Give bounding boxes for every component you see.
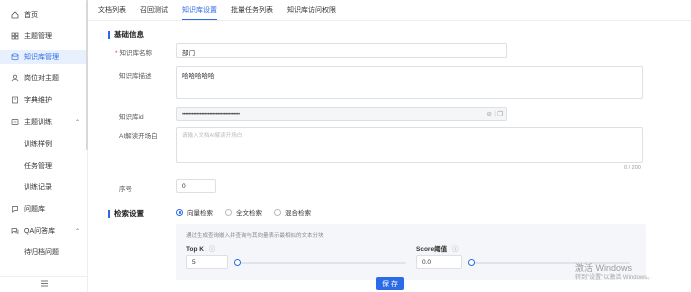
sidebar-item-post-topic[interactable]: 岗位对主题 [0, 71, 88, 85]
order-input[interactable]: 0 [176, 179, 216, 193]
windows-activation-hint: 转到"设置"以激活 Windows。 [575, 275, 654, 281]
radio-label: 全文检索 [236, 210, 262, 217]
database-icon [10, 53, 19, 62]
sidebar-item-label: 问题库 [24, 206, 45, 213]
sidebar-item-label: 训练记录 [24, 184, 52, 191]
kb-id-input[interactable]: •••••••••••••••••••••••••••••••••••• ⊘ |… [176, 107, 507, 121]
sidebar-item-label: 训练样例 [24, 141, 52, 148]
ai-prompt-placeholder: 请输入文档AI解读开场白 [182, 133, 243, 139]
sidebar-item-knowledge-base[interactable]: 知识库管理 [0, 50, 88, 64]
sidebar-item-pending-archive[interactable]: 待归档问题 [0, 245, 88, 259]
radio-dot [176, 208, 183, 216]
sidebar-item-qa-bank[interactable]: QA问答库 ⌃ [0, 224, 88, 238]
qa-icon [10, 227, 19, 236]
tab-bar: 文档列表 召回测试 知识库设置 批量任务列表 知识库访问权限 [98, 0, 336, 20]
topk-value: 5 [192, 259, 196, 266]
help-icon[interactable]: ⓘ [452, 246, 459, 253]
radio-fulltext-search[interactable]: 全文检索 [225, 207, 262, 217]
user-icon [10, 74, 19, 83]
sidebar-item-question-bank[interactable]: 问题库 [0, 202, 88, 216]
divider-line: | [494, 110, 496, 117]
order-label: 序号 [119, 186, 132, 193]
menu-collapse-icon [40, 280, 49, 289]
sidebar-item-label: 岗位对主题 [24, 75, 59, 82]
grid-icon [10, 32, 19, 41]
sidebar-item-label: 首页 [24, 12, 38, 19]
radio-label: 混合检索 [285, 210, 311, 217]
sidebar-item-label: 主题管理 [24, 33, 52, 40]
book-icon [10, 96, 19, 105]
topk-slider-handle[interactable] [234, 259, 241, 266]
section-accent-bar [108, 209, 110, 218]
copy-icon[interactable]: ❐ [497, 110, 503, 118]
chevron-up-icon: ⌃ [74, 228, 80, 235]
eye-hidden-icon[interactable]: ⊘ [487, 110, 492, 118]
radio-hybrid-search[interactable]: 混合检索 [274, 207, 311, 217]
question-icon [10, 205, 19, 214]
sidebar-item-label: 任务管理 [24, 163, 52, 170]
sidebar-item-training-samples[interactable]: 训练样例 [0, 137, 88, 151]
ai-prompt-counter: 0 / 200 [624, 165, 641, 171]
retrieval-hint: 通过生成查询嵌入并查询与其向量表示最相似的文本分块 [186, 233, 324, 239]
radio-vector-search[interactable]: 向量检索 [176, 207, 213, 217]
sidebar-item-label: 知识库管理 [24, 54, 59, 61]
tab-batch-tasks[interactable]: 批量任务列表 [231, 5, 273, 20]
topk-label: Top K ⓘ [186, 246, 216, 253]
score-input[interactable]: 0.0 [416, 255, 462, 269]
ai-prompt-textarea[interactable]: 请输入文档AI解读开场白 [176, 127, 643, 163]
sidebar-item-training-records[interactable]: 训练记录 [0, 180, 88, 194]
kb-id-label: 知识库id [119, 114, 144, 121]
sidebar: 首页 主题管理 知识库管理 岗位对主题 字典维护 主题训练 ⌃ 训练样例 任务管… [0, 0, 88, 292]
sidebar-item-label: QA问答库 [24, 228, 56, 235]
kb-name-input[interactable]: 部门 [176, 43, 507, 58]
sidebar-item-label: 字典维护 [24, 97, 52, 104]
section-title-text: 检索设置 [114, 209, 144, 218]
tab-kb-permissions[interactable]: 知识库访问权限 [287, 5, 336, 20]
save-button[interactable]: 保 存 [376, 277, 404, 290]
sidebar-item-topic-management[interactable]: 主题管理 [0, 29, 88, 43]
radio-label: 向量检索 [187, 210, 213, 217]
sidebar-item-dictionary[interactable]: 字典维护 [0, 93, 88, 107]
tab-document-list[interactable]: 文档列表 [98, 5, 126, 20]
radio-dot [274, 208, 281, 216]
chevron-up-icon: ⌃ [74, 119, 80, 126]
help-icon[interactable]: ⓘ [209, 246, 216, 253]
sidebar-item-task-management[interactable]: 任务管理 [0, 159, 88, 173]
score-value: 0.0 [422, 259, 432, 266]
tab-recall-test[interactable]: 召回测试 [140, 5, 168, 20]
kb-id-value: •••••••••••••••••••••••••••••••••••• [182, 112, 240, 118]
sidebar-scrollbar[interactable] [86, 0, 88, 150]
radio-dot [225, 208, 232, 216]
kb-name-label: * 知识库名称 [115, 50, 153, 57]
kb-name-value: 部门 [182, 50, 195, 57]
sidebar-item-topic-training[interactable]: 主题训练 ⌃ [0, 115, 88, 129]
basic-info-title: 基础信息 [108, 29, 144, 40]
ai-prompt-label: AI解读开场白 [119, 133, 158, 140]
retrieval-title: 检索设置 [108, 208, 144, 219]
kb-desc-value: 哈哈哈哈哈 [182, 73, 215, 80]
home-icon [10, 11, 19, 20]
retrieval-mode-group: 向量检索 全文检索 混合检索 [176, 207, 311, 217]
order-value: 0 [182, 183, 186, 190]
sidebar-item-label: 主题训练 [24, 119, 52, 126]
score-label: Score阈值 ⓘ [416, 246, 459, 253]
section-accent-bar [108, 30, 110, 39]
training-icon [10, 118, 19, 127]
sidebar-collapse-button[interactable] [0, 276, 88, 292]
sidebar-item-label: 待归档问题 [24, 249, 59, 256]
sidebar-item-home[interactable]: 首页 [0, 8, 88, 22]
score-slider-handle[interactable] [468, 259, 475, 266]
topk-slider-track[interactable] [236, 262, 406, 264]
tab-kb-settings[interactable]: 知识库设置 [182, 5, 217, 20]
tab-divider [88, 20, 691, 21]
kb-desc-label: 知识库描述 [119, 73, 152, 80]
topk-input[interactable]: 5 [186, 255, 228, 269]
kb-desc-textarea[interactable]: 哈哈哈哈哈 [176, 66, 643, 99]
section-title-text: 基础信息 [114, 30, 144, 39]
